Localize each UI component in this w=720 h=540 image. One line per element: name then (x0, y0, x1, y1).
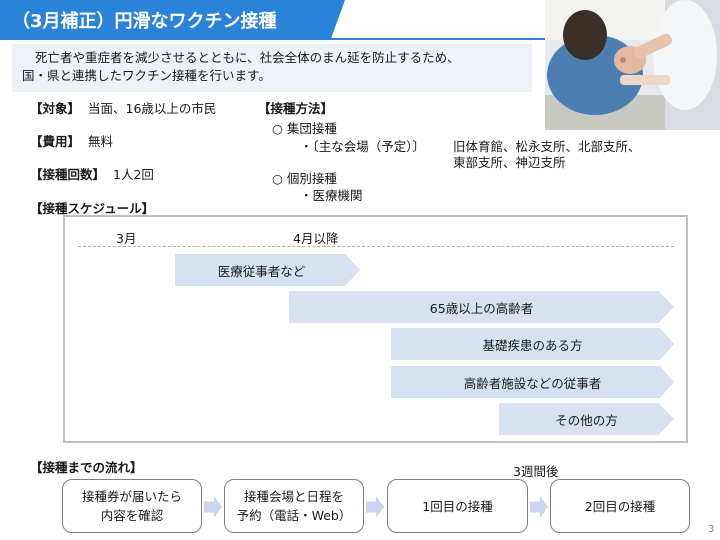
flow-step-line2: 内容を確認 (100, 508, 164, 523)
flow-arrow-icon (366, 496, 384, 518)
schedule-bar-label: 基礎疾患のある方 (482, 337, 583, 353)
count-value: 1人2回 (113, 167, 154, 182)
flow-arrow-icon (204, 496, 222, 518)
flow-step-line1: 2回目の接種 (584, 498, 656, 514)
flow-step-line1: 1回目の接種 (422, 498, 493, 514)
method-label: 【接種方法】 (258, 101, 334, 116)
flow-step: 接種会場と日程を 予約（電話・Web） (224, 479, 364, 533)
intro-box: 死亡者や重症者を減少させるとともに、社会全体のまん延を防止するため、 国・県と連… (12, 44, 532, 92)
intro-line-1: 死亡者や重症者を減少させるとともに、社会全体のまん延を防止するため、 (35, 50, 460, 65)
intro-line-2: 国・県と連携したワクチン接種を行います。 (22, 68, 271, 83)
schedule-bar: 65歳以上の高齢者 (289, 291, 674, 323)
schedule-bar: 高齢者施設などの従事者 (391, 366, 674, 398)
target-value: 当面、16歳以上の市民 (88, 101, 217, 116)
cost-value: 無料 (88, 134, 114, 149)
flow-step-line1: 接種券が届いたら (81, 489, 182, 504)
schedule-bar: 医療従事者など (175, 254, 360, 286)
method-venues-line2: 東部支所、神辺支所 (453, 155, 566, 170)
timeline-divider (78, 246, 674, 247)
schedule-bar-label: その他の方 (555, 412, 618, 428)
method-venue-label: ・〔主な会場（予定）〕 (300, 139, 426, 154)
schedule-bar-label: 医療従事者など (217, 263, 306, 279)
cost-label: 【費用】 (30, 134, 81, 149)
method-clinic: ・医療機関 (300, 188, 363, 203)
flow-step: 2回目の接種 (550, 479, 690, 533)
month-april: 4月以降 (293, 231, 339, 246)
flow-arrow-icon (530, 496, 548, 518)
method-group: ○ 集団接種 (272, 121, 337, 136)
flow-step: 接種券が届いたら 内容を確認 (62, 479, 202, 533)
schedule-bar-label: 高齢者施設などの従事者 (463, 375, 602, 391)
page-number: 3 (708, 524, 715, 535)
flow-step: 1回目の接種 (387, 479, 528, 533)
schedule-bar-label: 65歳以上の高齢者 (429, 300, 534, 316)
target-label: 【対象】 (30, 101, 81, 116)
schedule-bar: 基礎疾患のある方 (391, 328, 674, 360)
schedule-bar: その他の方 (499, 403, 674, 435)
flow-label: 【接種までの流れ】 (30, 460, 143, 475)
flow-step-line2: 予約（電話・Web） (236, 508, 352, 523)
header-underline (0, 38, 560, 40)
count-label: 【接種回数】 (30, 167, 106, 182)
flow-step-line1: 接種会場と日程を (243, 489, 344, 504)
vaccination-photo (545, 0, 720, 130)
month-march: 3月 (116, 231, 137, 246)
page-title: （3月補正）円滑なワクチン接種 (12, 11, 277, 32)
flow-interval: 3週間後 (513, 464, 559, 479)
